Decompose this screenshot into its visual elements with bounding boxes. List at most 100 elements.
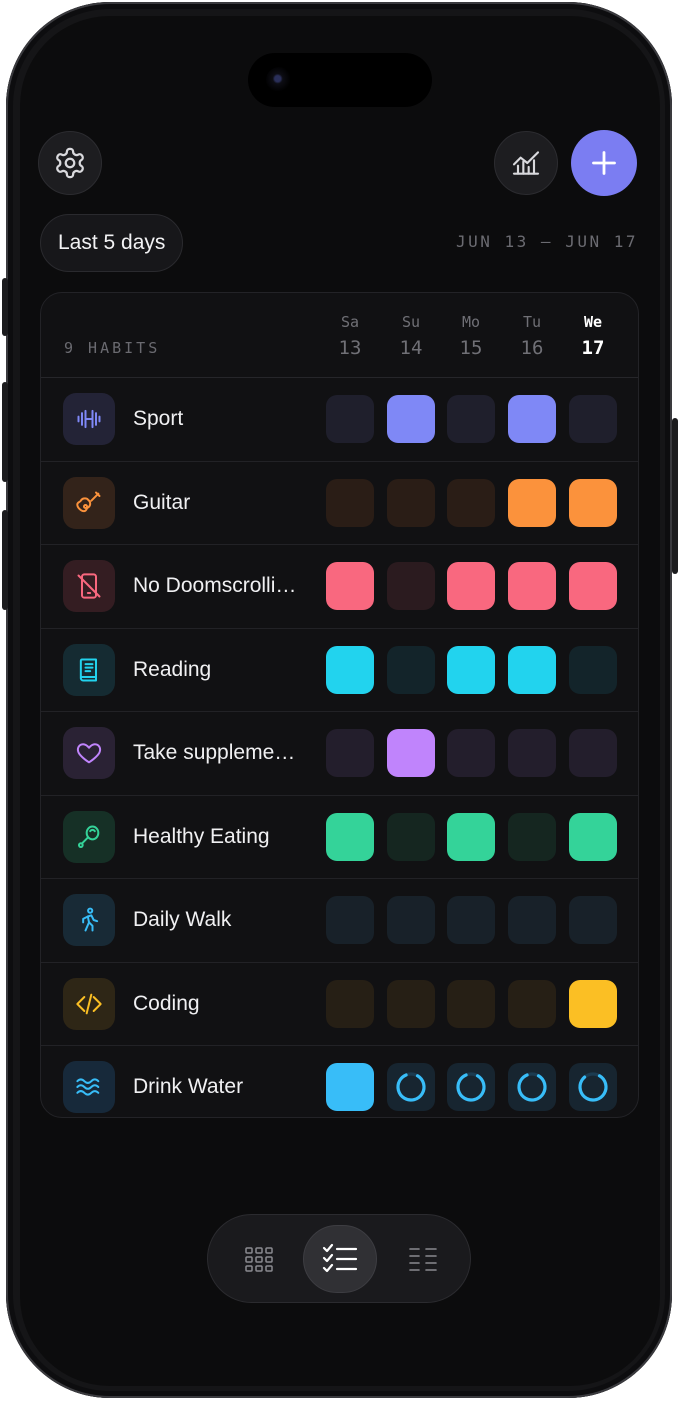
habit-name[interactable]: Daily Walk bbox=[133, 879, 311, 961]
habit-icon-tile bbox=[63, 393, 115, 445]
habit-day-cell[interactable] bbox=[387, 1063, 435, 1111]
habit-icon-tile bbox=[63, 643, 115, 696]
habit-day-cell[interactable] bbox=[387, 729, 435, 777]
habits-table: 9 HABITS Sa 13 Su 14 Mo 15 Tu 16 We 17 Sport Guita… bbox=[40, 292, 639, 1118]
habit-row: Healthy Eating bbox=[41, 796, 638, 879]
habit-name[interactable]: Reading bbox=[133, 629, 311, 711]
habit-day-cell[interactable] bbox=[508, 729, 556, 777]
habit-day-cell[interactable] bbox=[569, 812, 617, 861]
habit-row: Reading bbox=[41, 629, 638, 712]
habit-day-cell[interactable] bbox=[447, 729, 495, 777]
habit-day-cell[interactable] bbox=[508, 1063, 556, 1111]
habit-day-cell[interactable] bbox=[387, 395, 435, 443]
habit-row: Drink Water bbox=[41, 1046, 638, 1117]
habit-day-cell[interactable] bbox=[387, 979, 435, 1028]
habit-day-cell[interactable] bbox=[569, 979, 617, 1028]
range-selector[interactable]: Last 5 days bbox=[40, 214, 184, 272]
day-date: 16 bbox=[520, 337, 544, 359]
habit-day-cell[interactable] bbox=[447, 896, 495, 944]
habit-day-cell[interactable] bbox=[326, 896, 374, 944]
habit-day-cell[interactable] bbox=[387, 896, 435, 944]
walking-icon bbox=[82, 907, 99, 932]
habit-day-cell[interactable] bbox=[508, 478, 556, 527]
habit-day-cell[interactable] bbox=[447, 478, 495, 527]
day-name: Mo bbox=[461, 313, 481, 331]
habit-name[interactable]: Take suppleme… bbox=[133, 712, 311, 794]
habit-day-cell[interactable] bbox=[387, 645, 435, 694]
day-date: 13 bbox=[338, 337, 362, 359]
mute-switch bbox=[2, 278, 8, 336]
habit-day-cell[interactable] bbox=[326, 979, 374, 1028]
progress-ring-icon bbox=[517, 1072, 547, 1102]
habit-name[interactable]: Guitar bbox=[133, 462, 311, 544]
volume-down-button bbox=[2, 510, 8, 610]
habit-day-cell[interactable] bbox=[326, 645, 374, 694]
habit-name[interactable]: Drink Water bbox=[133, 1046, 311, 1117]
habit-day-cell[interactable] bbox=[326, 562, 374, 610]
habit-day-cell[interactable] bbox=[508, 979, 556, 1028]
habit-name[interactable]: No Doomscrolli… bbox=[133, 545, 311, 627]
habit-name[interactable]: Coding bbox=[133, 963, 311, 1045]
day-name: Su bbox=[401, 313, 421, 331]
chart-icon bbox=[512, 151, 540, 175]
habit-row: Daily Walk bbox=[41, 879, 638, 963]
habit-day-cell[interactable] bbox=[447, 979, 495, 1028]
add-habit-button[interactable] bbox=[571, 130, 637, 196]
habit-day-cell[interactable] bbox=[326, 395, 374, 443]
plus-icon bbox=[592, 151, 616, 175]
day-name: We bbox=[583, 313, 603, 331]
nav-list-view[interactable] bbox=[386, 1225, 460, 1293]
waves-icon bbox=[76, 1078, 100, 1096]
grid-icon bbox=[245, 1247, 273, 1272]
habit-row: Sport bbox=[41, 378, 638, 462]
day-date: 15 bbox=[459, 337, 483, 359]
day-header: Su 14 bbox=[387, 313, 435, 359]
nav-checklist-view[interactable] bbox=[303, 1225, 377, 1293]
habit-day-cell[interactable] bbox=[447, 812, 495, 861]
habit-day-cell[interactable] bbox=[447, 395, 495, 443]
habit-day-cell[interactable] bbox=[447, 562, 495, 610]
heart-icon bbox=[76, 743, 102, 764]
habit-day-cell[interactable] bbox=[569, 395, 617, 443]
guitar-icon bbox=[76, 491, 101, 512]
habit-day-cell[interactable] bbox=[447, 1063, 495, 1111]
habit-day-cell[interactable] bbox=[326, 729, 374, 777]
day-date: 17 bbox=[581, 337, 605, 359]
habit-day-cell[interactable] bbox=[326, 1063, 374, 1111]
habit-day-cell[interactable] bbox=[326, 812, 374, 861]
habit-day-cell[interactable] bbox=[569, 562, 617, 610]
habit-day-cell[interactable] bbox=[508, 896, 556, 944]
habit-row: Guitar bbox=[41, 462, 638, 545]
habit-name[interactable]: Healthy Eating bbox=[133, 796, 311, 878]
habit-day-cell[interactable] bbox=[508, 395, 556, 443]
habit-day-cell[interactable] bbox=[569, 645, 617, 694]
day-header: Tu 16 bbox=[508, 313, 556, 359]
camera-icon bbox=[266, 67, 292, 93]
power-button bbox=[672, 418, 678, 574]
habit-day-cell[interactable] bbox=[508, 812, 556, 861]
checklist-icon bbox=[322, 1243, 358, 1273]
habit-day-cell[interactable] bbox=[508, 562, 556, 610]
habit-name[interactable]: Sport bbox=[133, 378, 311, 460]
habit-day-cell[interactable] bbox=[387, 562, 435, 610]
habit-row: No Doomscrolli… bbox=[41, 545, 638, 629]
habit-day-cell[interactable] bbox=[387, 478, 435, 527]
habit-day-cell[interactable] bbox=[447, 645, 495, 694]
settings-button[interactable] bbox=[38, 131, 102, 195]
habit-day-cell[interactable] bbox=[569, 896, 617, 944]
dumbbell-icon bbox=[77, 409, 101, 429]
habit-day-cell[interactable] bbox=[569, 478, 617, 527]
book-icon bbox=[79, 658, 97, 681]
habit-day-cell[interactable] bbox=[387, 812, 435, 861]
habit-icon-tile bbox=[63, 810, 115, 863]
habit-icon-tile bbox=[63, 1061, 115, 1113]
habit-day-cell[interactable] bbox=[508, 645, 556, 694]
habit-day-cell[interactable] bbox=[326, 478, 374, 527]
habit-day-cell[interactable] bbox=[569, 729, 617, 777]
stats-button[interactable] bbox=[494, 131, 558, 195]
food-icon bbox=[77, 825, 100, 848]
habit-day-cell[interactable] bbox=[569, 1063, 617, 1111]
date-range-label: JUN 13 — JUN 17 bbox=[456, 232, 638, 251]
nav-grid-view[interactable] bbox=[222, 1225, 296, 1293]
list-icon bbox=[409, 1248, 437, 1271]
